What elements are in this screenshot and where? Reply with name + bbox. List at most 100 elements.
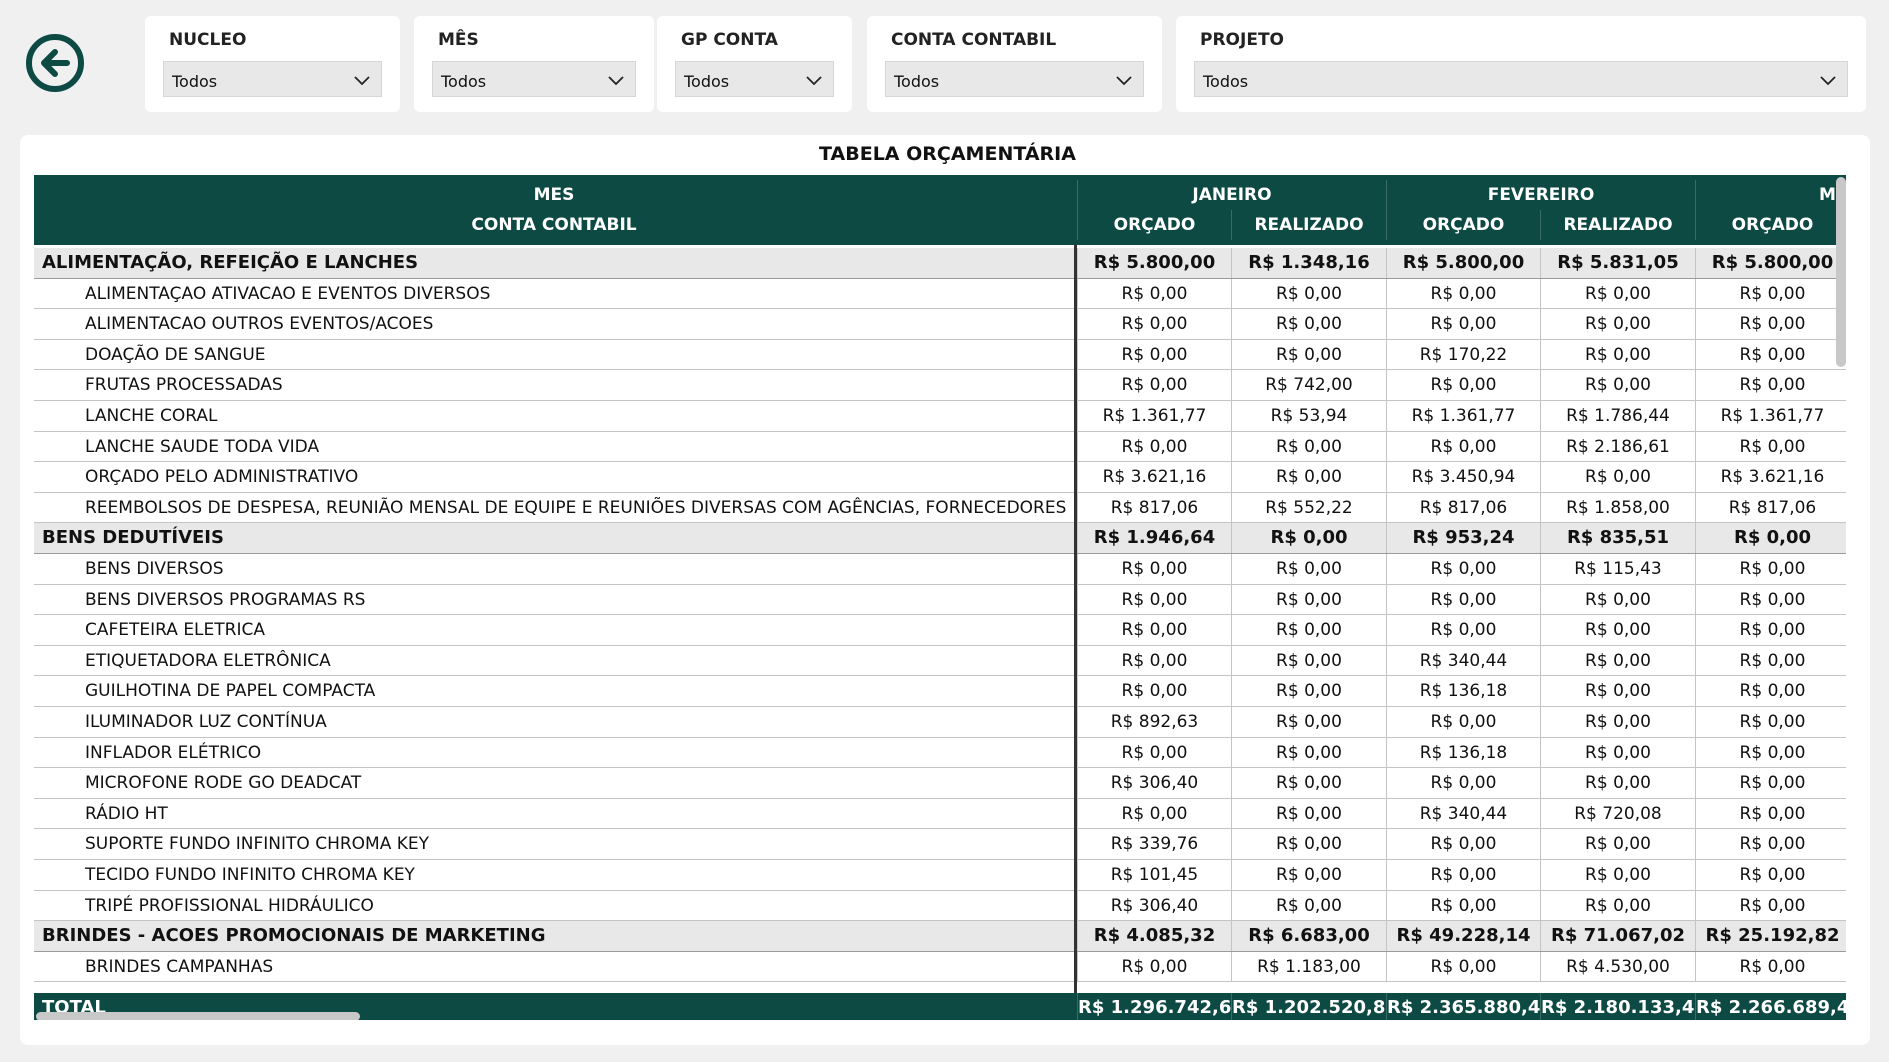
value-cell: R$ 0,00 (1540, 645, 1695, 676)
account-label: LANCHE CORAL (85, 406, 218, 426)
horizontal-scrollbar[interactable] (36, 1012, 360, 1020)
account-row[interactable]: CAFETEIRA ELETRICA R$ 0,00 R$ 0,00 R$ 0,00 R… (34, 615, 1846, 646)
account-row[interactable]: MICROFONE RODE GO DEADCAT R$ 306,40 R$ 0,0… (34, 768, 1846, 799)
value-cell: R$ 0,00 (1231, 615, 1386, 645)
dropdown-value: Todos (894, 72, 940, 91)
value-cell: R$ 306,40 (1077, 890, 1231, 921)
account-label: ETIQUETADORA ELETRÔNICA (85, 650, 331, 671)
month-header-janeiro[interactable]: JANEIRO (1077, 180, 1386, 210)
value-cell: R$ 3.621,16 (1695, 462, 1846, 492)
category-row[interactable]: BENS DEDUTÍVEIS R$ 1.946,64 R$ 0,00 R$ 953,… (34, 523, 1846, 554)
value-cell: R$ 0,00 (1386, 768, 1540, 798)
account-row[interactable]: REEMBOLSOS DE DESPESA, REUNIÃO MENSAL DE… (34, 492, 1846, 524)
value-cell: R$ 1.361,77 (1386, 401, 1540, 431)
value-cell: R$ 101,45 (1077, 860, 1231, 890)
dropdown-value: Todos (684, 72, 730, 91)
value-cell: R$ 0,00 (1695, 768, 1846, 798)
account-row[interactable]: SUPORTE FUNDO INFINITO CHROMA KEY R$ 339,… (34, 829, 1846, 860)
budget-matrix[interactable]: MES CONTA CONTABIL JANEIRO FEVEREIRO MA … (34, 175, 1846, 1020)
account-row[interactable]: ALIMENTAÇAO ATIVACAO E EVENTOS DIVERSOS R… (34, 278, 1846, 310)
value-cell: R$ 0,00 (1231, 584, 1386, 615)
projeto-dropdown[interactable]: Todos (1194, 61, 1848, 97)
value-cell: R$ 0,00 (1231, 462, 1386, 492)
row-header-mes: MES (533, 185, 575, 205)
account-row[interactable]: FRUTAS PROCESSADAS R$ 0,00 R$ 742,00 R$ 0,0… (34, 370, 1846, 401)
account-label: LANCHE SAUDE TODA VIDA (85, 436, 320, 457)
value-cell: R$ 0,00 (1077, 339, 1231, 370)
value-cell: R$ 1.348,16 (1231, 248, 1386, 278)
category-row[interactable]: ALIMENTAÇÃO, REFEIÇÃO E LANCHES R$ 5.800,… (34, 248, 1846, 279)
value-cell: R$ 0,00 (1231, 554, 1386, 584)
value-cell: R$ 0,00 (1386, 278, 1540, 309)
filter-label: PROJETO (1200, 30, 1284, 50)
subcol-orcado[interactable]: ORÇADO (1386, 210, 1540, 240)
conta-contabil-dropdown[interactable]: Todos (885, 61, 1144, 97)
account-row[interactable]: RÁDIO HT R$ 0,00 R$ 0,00 R$ 340,44 R$ 720,08… (34, 798, 1846, 830)
account-label: TECIDO FUNDO INFINITO CHROMA KEY (85, 865, 415, 885)
value-cell: R$ 1.361,77 (1077, 401, 1231, 431)
value-cell: R$ 4.530,00 (1540, 951, 1695, 982)
account-row[interactable]: TRIPÉ PROFISSIONAL HIDRÁULICO R$ 306,40 R$… (34, 890, 1846, 922)
month-header-marco[interactable]: MA (1695, 180, 1846, 210)
account-row[interactable]: ALIMENTACAO OUTROS EVENTOS/ACOES R$ 0,00 R… (34, 309, 1846, 340)
account-label: MICROFONE RODE GO DEADCAT (85, 773, 362, 794)
value-cell: R$ 0,00 (1540, 860, 1695, 890)
filter-gp-conta: GP CONTA Todos (657, 16, 852, 112)
value-cell: R$ 552,22 (1231, 492, 1386, 523)
total-cell: R$ 1.202.520,86 (1231, 993, 1386, 1020)
value-cell: R$ 0,00 (1540, 829, 1695, 859)
filter-nucleo: NUCLEO Todos (145, 16, 400, 112)
month-header-fevereiro[interactable]: FEVEREIRO (1386, 180, 1695, 210)
category-label: BRINDES - ACOES PROMOCIONAIS DE MARKETIN… (42, 925, 546, 947)
account-row[interactable]: DOAÇÃO DE SANGUE R$ 0,00 R$ 0,00 R$ 170,22 R… (34, 339, 1846, 371)
value-cell: R$ 0,00 (1386, 615, 1540, 645)
account-row[interactable]: BENS DIVERSOS R$ 0,00 R$ 0,00 R$ 0,00 R$ 115… (34, 554, 1846, 585)
account-label: CAFETEIRA ELETRICA (85, 620, 265, 641)
value-cell: R$ 306,40 (1077, 768, 1231, 798)
account-label: REEMBOLSOS DE DESPESA, REUNIÃO MENSAL DE… (85, 497, 1073, 518)
value-cell: R$ 0,00 (1540, 584, 1695, 615)
category-row[interactable]: BRINDES - ACOES PROMOCIONAIS DE MARKETIN… (34, 921, 1846, 952)
value-cell: R$ 136,18 (1386, 737, 1540, 768)
value-cell: R$ 0,00 (1695, 339, 1846, 370)
value-cell: R$ 0,00 (1695, 431, 1846, 462)
gp-conta-dropdown[interactable]: Todos (675, 61, 834, 97)
vertical-scrollbar[interactable] (1836, 177, 1846, 367)
value-cell: R$ 0,00 (1695, 615, 1846, 645)
subcol-realizado[interactable]: REALIZADO (1231, 210, 1386, 240)
account-row[interactable]: TECIDO FUNDO INFINITO CHROMA KEY R$ 101,4… (34, 860, 1846, 891)
value-cell: R$ 0,00 (1386, 890, 1540, 921)
account-row[interactable]: INFLADOR ELÉTRICO R$ 0,00 R$ 0,00 R$ 136,18… (34, 737, 1846, 769)
subcol-orcado[interactable]: ORÇADO (1695, 210, 1846, 240)
account-row[interactable]: LANCHE CORAL R$ 1.361,77 R$ 53,94 R$ 1.361,… (34, 401, 1846, 432)
account-row[interactable]: ORÇADO PELO ADMINISTRATIVO R$ 3.621,16 R$ … (34, 462, 1846, 493)
value-cell: R$ 0,00 (1386, 584, 1540, 615)
value-cell: R$ 0,00 (1695, 554, 1846, 584)
account-label: FRUTAS PROCESSADAS (85, 375, 283, 396)
account-row[interactable]: ILUMINADOR LUZ CONTÍNUA R$ 892,63 R$ 0,00 R… (34, 707, 1846, 738)
account-row[interactable]: GUILHOTINA DE PAPEL COMPACTA R$ 0,00 R$ 0,… (34, 676, 1846, 707)
account-row[interactable]: BENS DIVERSOS PROGRAMAS RS R$ 0,00 R$ 0,00… (34, 584, 1846, 616)
value-cell: R$ 0,00 (1077, 554, 1231, 584)
back-button[interactable] (26, 34, 84, 92)
nucleo-dropdown[interactable]: Todos (163, 61, 382, 97)
value-cell: R$ 0,00 (1695, 860, 1846, 890)
subcol-realizado[interactable]: REALIZADO (1540, 210, 1695, 240)
value-cell: R$ 817,06 (1695, 492, 1846, 523)
mes-dropdown[interactable]: Todos (432, 61, 636, 97)
value-cell: R$ 0,00 (1540, 339, 1695, 370)
subcol-orcado[interactable]: ORÇADO (1077, 210, 1231, 240)
value-cell: R$ 3.621,16 (1077, 462, 1231, 492)
value-cell: R$ 0,00 (1540, 676, 1695, 706)
value-cell: R$ 742,00 (1231, 370, 1386, 400)
value-cell: R$ 1.786,44 (1540, 401, 1695, 431)
chevron-down-icon (1116, 76, 1132, 86)
account-row[interactable]: LANCHE SAUDE TODA VIDA R$ 0,00 R$ 0,00 R$ 0… (34, 431, 1846, 463)
budget-table-panel: TABELA ORÇAMENTÁRIA MES CONTA CONTABIL J… (20, 135, 1870, 1045)
row-header-conta-contabil: CONTA CONTABIL (471, 215, 637, 235)
account-row[interactable]: BRINDES CAMPANHAS R$ 0,00 R$ 1.183,00 R$ 0,… (34, 951, 1846, 983)
account-label: ALIMENTAÇAO ATIVACAO E EVENTOS DIVERSOS (85, 283, 491, 304)
value-cell: R$ 0,00 (1077, 737, 1231, 768)
value-cell: R$ 6.683,00 (1231, 921, 1386, 951)
account-row[interactable]: ETIQUETADORA ELETRÔNICA R$ 0,00 R$ 0,00 R$ … (34, 645, 1846, 677)
